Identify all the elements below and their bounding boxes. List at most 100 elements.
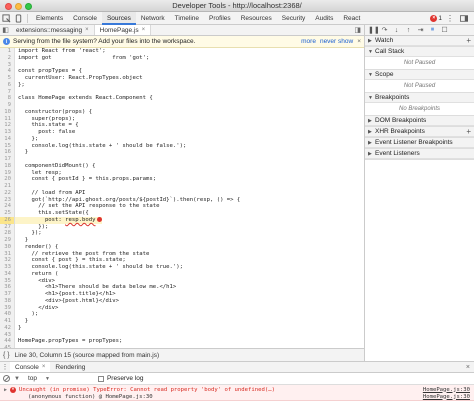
line-number[interactable]: 3	[0, 61, 15, 69]
file-tab[interactable]: extensions::messaging ×	[11, 25, 95, 35]
line-number[interactable]: 43	[0, 331, 15, 339]
more-link[interactable]: more	[301, 38, 316, 45]
line-number[interactable]: 37	[0, 291, 15, 298]
line-number[interactable]: 7	[0, 88, 15, 96]
close-icon[interactable]: ×	[357, 38, 361, 45]
line-number[interactable]: 28	[0, 230, 15, 237]
line-number[interactable]: 14	[0, 135, 15, 143]
line-number[interactable]: 40	[0, 311, 15, 318]
close-window-button[interactable]	[5, 2, 12, 10]
section-header[interactable]: ▶ Event Listener Breakpoints	[365, 138, 474, 148]
line-number[interactable]: 2	[0, 54, 15, 62]
toggle-navigator-icon[interactable]: ◧	[0, 25, 11, 35]
section-header[interactable]: ▼ Scope	[365, 70, 474, 80]
drawer-tab-console[interactable]: Console ×	[10, 362, 51, 372]
line-number[interactable]: 1	[0, 48, 15, 55]
line-number[interactable]: 22	[0, 189, 15, 197]
pause-icon[interactable]: ❚❚	[368, 26, 380, 34]
line-number[interactable]: 41	[0, 318, 15, 325]
tab-timeline[interactable]: Timeline	[170, 12, 204, 25]
tab-sources[interactable]: Sources	[101, 11, 136, 25]
file-tab[interactable]: HomePage.js ×	[94, 25, 152, 35]
step-out-icon[interactable]: ↑	[404, 27, 413, 34]
line-number[interactable]: 10	[0, 108, 15, 116]
line-number[interactable]: 23	[0, 196, 15, 204]
line-number[interactable]: 38	[0, 297, 15, 305]
code-area[interactable]: 1 import React from 'react'; 2 import got f…	[0, 48, 364, 348]
clear-console-icon[interactable]	[3, 375, 10, 382]
section-header[interactable]: ▶ DOM Breakpoints	[365, 116, 474, 126]
section-header[interactable]: ▼ Call Stack	[365, 47, 474, 57]
close-tab-icon[interactable]: ×	[85, 27, 89, 33]
filter-icon[interactable]: ▼	[14, 376, 20, 382]
line-number[interactable]: 32	[0, 257, 15, 264]
stack-source-link[interactable]: HomePage.js:30	[423, 394, 470, 400]
line-number[interactable]: 15	[0, 142, 15, 150]
async-checkbox-icon[interactable]: ☐	[440, 26, 449, 34]
dock-side-icon[interactable]	[458, 12, 470, 24]
tab-react[interactable]: React	[338, 12, 365, 25]
line-number[interactable]: 35	[0, 277, 15, 285]
close-tab-icon[interactable]: ×	[42, 364, 46, 370]
line-number[interactable]: 24	[0, 203, 15, 210]
tab-profiles[interactable]: Profiles	[204, 12, 236, 25]
close-drawer-icon[interactable]: ×	[466, 362, 474, 372]
section-header[interactable]: ▶ Watch +	[365, 36, 474, 46]
line-number[interactable]: 19	[0, 169, 15, 177]
section-header[interactable]: ▶ Event Listeners	[365, 149, 474, 159]
minimize-window-button[interactable]	[15, 2, 22, 10]
toggle-debugger-icon[interactable]: ◨	[354, 25, 364, 35]
line-number[interactable]: 9	[0, 102, 15, 109]
drawer-tab-rendering[interactable]: Rendering	[50, 362, 90, 372]
error-source-link[interactable]: HomePage.js:30	[423, 387, 470, 393]
line-number[interactable]: 21	[0, 183, 15, 190]
drawer-menu-icon[interactable]: ⋮	[0, 362, 10, 372]
line-number[interactable]: 31	[0, 250, 15, 258]
preserve-log-checkbox[interactable]	[97, 375, 104, 382]
line-number[interactable]: 39	[0, 304, 15, 312]
step-into-icon[interactable]: ↓	[392, 27, 401, 34]
never-show-link[interactable]: never show	[320, 38, 353, 45]
expand-icon[interactable]: ▶	[4, 387, 7, 393]
tab-security[interactable]: Security	[277, 12, 310, 25]
tab-console[interactable]: Console	[68, 12, 102, 25]
line-number[interactable]: 8	[0, 95, 15, 102]
tab-resources[interactable]: Resources	[236, 12, 277, 25]
line-number[interactable]: 33	[0, 264, 15, 271]
section-header[interactable]: ▼ Breakpoints	[365, 93, 474, 103]
add-icon[interactable]: +	[466, 36, 471, 45]
tab-audits[interactable]: Audits	[310, 12, 338, 25]
device-mode-icon[interactable]	[12, 12, 24, 24]
zoom-window-button[interactable]	[25, 2, 32, 10]
line-number[interactable]: 29	[0, 237, 15, 244]
line-number[interactable]: 26	[0, 216, 15, 224]
section-header[interactable]: ▶ XHR Breakpoints +	[365, 127, 474, 137]
line-number[interactable]: 17	[0, 156, 15, 163]
deactivate-breakpoints-icon[interactable]: ⇥	[416, 26, 425, 34]
line-number[interactable]: 5	[0, 75, 15, 82]
close-tab-icon[interactable]: ×	[142, 27, 146, 33]
line-number[interactable]: 25	[0, 210, 15, 217]
tab-elements[interactable]: Elements	[31, 12, 68, 25]
line-number[interactable]: 36	[0, 284, 15, 291]
inspect-element-icon[interactable]	[0, 12, 12, 24]
format-icon[interactable]: { }	[3, 352, 10, 359]
line-number[interactable]: 16	[0, 149, 15, 156]
more-options-icon[interactable]: ⋮	[444, 12, 456, 24]
line-number[interactable]: 6	[0, 81, 15, 89]
step-over-icon[interactable]: ↷	[380, 26, 389, 34]
line-number[interactable]: 18	[0, 162, 15, 170]
line-number[interactable]: 30	[0, 243, 15, 251]
line-number[interactable]: 34	[0, 270, 15, 278]
line-number[interactable]: 12	[0, 122, 15, 129]
line-number[interactable]: 4	[0, 68, 15, 75]
line-number[interactable]: 44	[0, 338, 15, 345]
tab-network[interactable]: Network	[136, 12, 170, 25]
line-number[interactable]: 20	[0, 176, 15, 183]
line-number[interactable]: 11	[0, 115, 15, 123]
add-icon[interactable]: +	[466, 127, 471, 136]
line-number[interactable]: 42	[0, 324, 15, 332]
line-number[interactable]: 13	[0, 129, 15, 136]
line-number[interactable]: 27	[0, 223, 15, 231]
context-select[interactable]: top ▼	[24, 375, 54, 382]
